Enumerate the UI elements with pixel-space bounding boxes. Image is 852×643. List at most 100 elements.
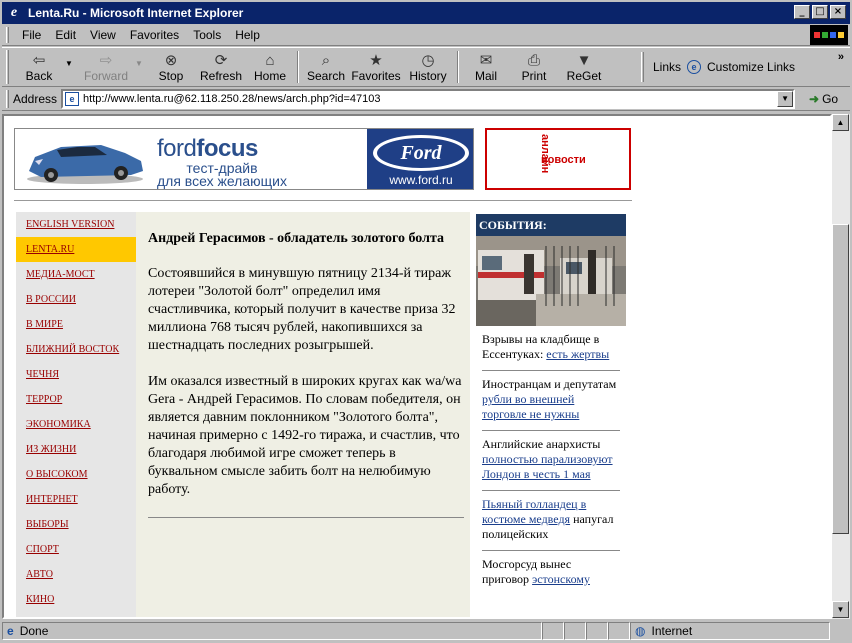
event-link[interactable]: есть жертвы xyxy=(546,347,609,361)
ford-focus-banner[interactable]: fordfocus тест-драйв для всех желающих F… xyxy=(14,128,474,190)
nav-auto[interactable]: АВТО xyxy=(16,562,136,587)
toolbar-separator xyxy=(297,51,299,83)
ie-app-icon[interactable]: e xyxy=(6,5,22,21)
mail-button[interactable]: ✉ Mail xyxy=(463,48,509,86)
event-link[interactable]: полностью парализовуют Лондон в честь 1 … xyxy=(482,452,613,481)
divider xyxy=(14,200,632,201)
nav-middle-east[interactable]: БЛИЖНИЙ ВОСТОК xyxy=(16,337,136,362)
go-arrow-icon: ➜ xyxy=(809,91,820,106)
address-input[interactable]: e http://www.lenta.ru@62.118.250.28/news… xyxy=(61,88,796,109)
status-text-cell: e Done xyxy=(2,621,542,640)
event-item: Пьяный голландец в костюме медведя напуг… xyxy=(482,491,620,551)
brand-light: ford xyxy=(157,135,197,162)
history-icon: ◷ xyxy=(421,52,435,69)
go-label: Go xyxy=(822,91,839,106)
events-header: СОБЫТИЯ: xyxy=(476,214,626,236)
menu-tools[interactable]: Tools xyxy=(186,28,228,42)
nav-terror[interactable]: ТЕРРОР xyxy=(16,387,136,412)
address-label: Address xyxy=(13,91,58,106)
nav-chechnya[interactable]: ЧЕЧНЯ xyxy=(16,362,136,387)
scroll-up-icon[interactable]: ▲ xyxy=(832,114,849,131)
go-button[interactable]: ➜ Go xyxy=(809,92,838,106)
article-paragraph: Состоявшийся в минувшую пятницу 2134-й т… xyxy=(148,266,456,353)
back-label: Back xyxy=(25,69,53,83)
zone-text: Internet xyxy=(651,623,693,638)
print-button[interactable]: ⎙ Print xyxy=(509,48,559,86)
section-nav: ENGLISH VERSION LENTA.RU МЕДИА-МОСТ В РО… xyxy=(16,212,136,617)
customize-links-link[interactable]: Customize Links xyxy=(707,60,795,74)
favorites-button[interactable]: ★ Favorites xyxy=(349,48,403,86)
search-label: Search xyxy=(306,69,346,83)
event-photo[interactable] xyxy=(476,236,626,326)
page-done-icon: e xyxy=(7,623,14,638)
scroll-down-icon[interactable]: ▼ xyxy=(832,601,849,618)
page-viewport[interactable]: fordfocus тест-драйв для всех желающих F… xyxy=(2,114,832,619)
minimize-button[interactable]: _ xyxy=(794,5,810,19)
back-dropdown-icon[interactable]: ▼ xyxy=(65,59,77,68)
mail-label: Mail xyxy=(474,69,497,83)
nav-life[interactable]: ИЗ ЖИЗНИ xyxy=(16,437,136,462)
nav-english-version[interactable]: ENGLISH VERSION xyxy=(16,212,136,237)
ford-logo-panel: Ford www.ford.ru xyxy=(367,129,473,189)
print-label: Print xyxy=(521,69,547,83)
search-button[interactable]: ⌕ Search xyxy=(303,48,349,86)
home-button[interactable]: ⌂ Home xyxy=(247,48,293,86)
menu-view[interactable]: View xyxy=(83,28,123,42)
event-item: Английские анархисты полностью парализов… xyxy=(482,431,620,491)
event-link[interactable]: рубли во внешней торговле не нужны xyxy=(482,392,579,421)
menu-file[interactable]: File xyxy=(15,28,48,42)
scroll-thumb[interactable] xyxy=(832,224,849,534)
menu-help[interactable]: Help xyxy=(228,28,267,42)
nav-sport[interactable]: СПОРТ xyxy=(16,537,136,562)
banner-brand: fordfocus xyxy=(157,135,287,163)
links-label[interactable]: Links xyxy=(653,60,681,74)
forward-button[interactable]: ⇨ Forward xyxy=(77,48,135,86)
event-text: Английские анархисты xyxy=(482,437,601,451)
article-title: Андрей Герасимов - обладатель золотого б… xyxy=(148,231,445,246)
nav-lenta-ru[interactable]: LENTA.RU xyxy=(16,237,136,262)
address-grip xyxy=(6,89,9,108)
menu-edit[interactable]: Edit xyxy=(48,28,83,42)
status-bar: e Done ◍ Internet xyxy=(2,620,850,641)
maximize-button[interactable]: □ xyxy=(812,5,828,19)
forward-dropdown-icon[interactable]: ▼ xyxy=(135,59,147,68)
ambulance-photo-image xyxy=(476,236,626,326)
reget-label: ReGet xyxy=(566,69,602,83)
nav-economy[interactable]: ЭКОНОМИКА xyxy=(16,412,136,437)
menu-bar: File Edit View Favorites Tools Help xyxy=(2,24,850,46)
reget-button[interactable]: ▼ ReGet xyxy=(559,48,609,86)
history-button[interactable]: ◷ History xyxy=(403,48,453,86)
vertical-scrollbar[interactable]: ▲ ▼ xyxy=(832,114,850,619)
refresh-icon: ⟳ xyxy=(214,52,228,69)
status-cell xyxy=(542,621,564,640)
page-icon: e xyxy=(687,60,702,74)
nav-internet[interactable]: ИНТЕРНЕТ xyxy=(16,487,136,512)
events-column: СОБЫТИЯ: Взрывы на кладбище в Ессентуках… xyxy=(476,214,626,617)
ford-logo: Ford xyxy=(373,135,469,171)
nav-media-most[interactable]: МЕДИА-МОСТ xyxy=(16,262,136,287)
news-banner-text: новости xyxy=(541,154,586,166)
menu-favorites[interactable]: Favorites xyxy=(123,28,186,42)
standard-toolbar: ⇦ Back ▼ ⇨ Forward ▼ ⊗ Stop ⟳ Refresh ⌂ … xyxy=(2,47,850,87)
event-link[interactable]: эстонскому xyxy=(532,572,590,586)
toolbar-overflow-chevron-icon[interactable]: » xyxy=(838,51,844,63)
windows-logo-icon xyxy=(810,25,848,45)
nav-elections[interactable]: ВЫБОРЫ xyxy=(16,512,136,537)
brand-bold: focus xyxy=(196,135,258,162)
menu-grip[interactable] xyxy=(6,26,9,43)
event-text: Иностранцам и депутатам xyxy=(482,377,617,391)
page-icon: e xyxy=(65,91,80,106)
ford-logo-text: Ford xyxy=(377,138,465,168)
address-dropdown-icon[interactable]: ▼ xyxy=(777,90,794,107)
back-button[interactable]: ⇦ Back xyxy=(13,48,65,86)
refresh-button[interactable]: ⟳ Refresh xyxy=(195,48,247,86)
nav-world[interactable]: В МИРЕ xyxy=(16,312,136,337)
news-banner[interactable]: анлайн новости xyxy=(485,128,631,190)
event-item: Взрывы на кладбище в Ессентуках: есть же… xyxy=(482,326,620,371)
nav-cinema[interactable]: КИНО xyxy=(16,587,136,612)
nav-russia[interactable]: В РОССИИ xyxy=(16,287,136,312)
stop-button[interactable]: ⊗ Stop xyxy=(147,48,195,86)
close-button[interactable]: × xyxy=(830,5,846,19)
nav-culture[interactable]: О ВЫСОКОМ xyxy=(16,462,136,487)
status-cell xyxy=(586,621,608,640)
